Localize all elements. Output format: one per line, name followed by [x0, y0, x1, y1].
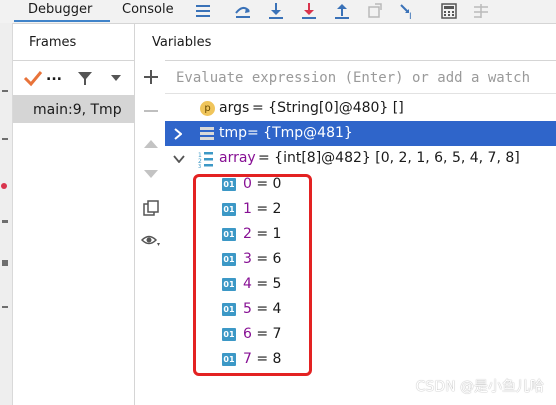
add-watch-icon[interactable] [143, 69, 159, 85]
calculator-icon[interactable] [440, 2, 458, 20]
run-to-cursor-icon[interactable]: I [399, 2, 417, 20]
move-up-icon[interactable] [143, 138, 159, 150]
variable-name: args [219, 100, 250, 116]
variable-row-tmp[interactable]: tmp = {Tmp@481} [165, 121, 556, 146]
svg-text:3: 3 [198, 164, 201, 168]
frames-header: Frames [29, 35, 77, 50]
remove-watch-icon[interactable] [143, 103, 159, 119]
watermark: CSDN @是小鱼儿哈 [415, 379, 544, 395]
evaluate-expression-bar [165, 60, 556, 95]
step-out-icon[interactable] [333, 2, 351, 20]
variables-header: Variables [152, 35, 212, 50]
eye-icon[interactable] [141, 233, 163, 249]
frame-item[interactable]: main:9, Tmp [13, 95, 134, 123]
drop-frame-icon[interactable] [366, 2, 384, 20]
evaluate-expression-input[interactable] [165, 61, 556, 95]
chevron-right-icon[interactable] [174, 128, 182, 140]
variable-value: = {int[8]@482} [0, 2, 1, 6, 5, 4, 7, 8] [258, 150, 520, 166]
variable-name: tmp [219, 125, 248, 141]
layout-menu-icon[interactable] [194, 2, 212, 20]
trace-icon[interactable] [472, 2, 490, 20]
chevron-down-icon[interactable] [173, 155, 185, 163]
object-icon [200, 127, 214, 140]
copy-icon[interactable] [142, 199, 160, 217]
variable-name: array [219, 150, 256, 166]
tab-debugger[interactable]: Debugger [14, 0, 110, 22]
move-down-icon[interactable] [143, 168, 159, 180]
variable-value: = {String[0]@480} [] [252, 100, 404, 116]
highlight-box [193, 174, 312, 376]
variable-value: = {Tmp@481} [247, 125, 353, 141]
array-icon: 123 [198, 152, 213, 168]
thread-selector[interactable]: ... [46, 68, 62, 84]
step-over-icon[interactable] [234, 2, 252, 20]
step-into-icon[interactable] [267, 2, 285, 20]
tab-console[interactable]: Console [122, 0, 174, 22]
variable-row-args[interactable]: p args = {String[0]@480} [] [165, 96, 556, 121]
svg-text:I: I [409, 12, 412, 20]
chevron-down-icon[interactable] [110, 74, 122, 82]
parameter-icon: p [200, 101, 215, 116]
checkmark-icon[interactable] [23, 69, 45, 87]
variable-row-array[interactable]: 123 array = {int[8]@482} [0, 2, 1, 6, 5,… [165, 146, 556, 171]
strip-icons [1, 90, 8, 308]
filter-icon[interactable] [77, 70, 93, 86]
force-step-into-icon[interactable] [300, 2, 318, 20]
